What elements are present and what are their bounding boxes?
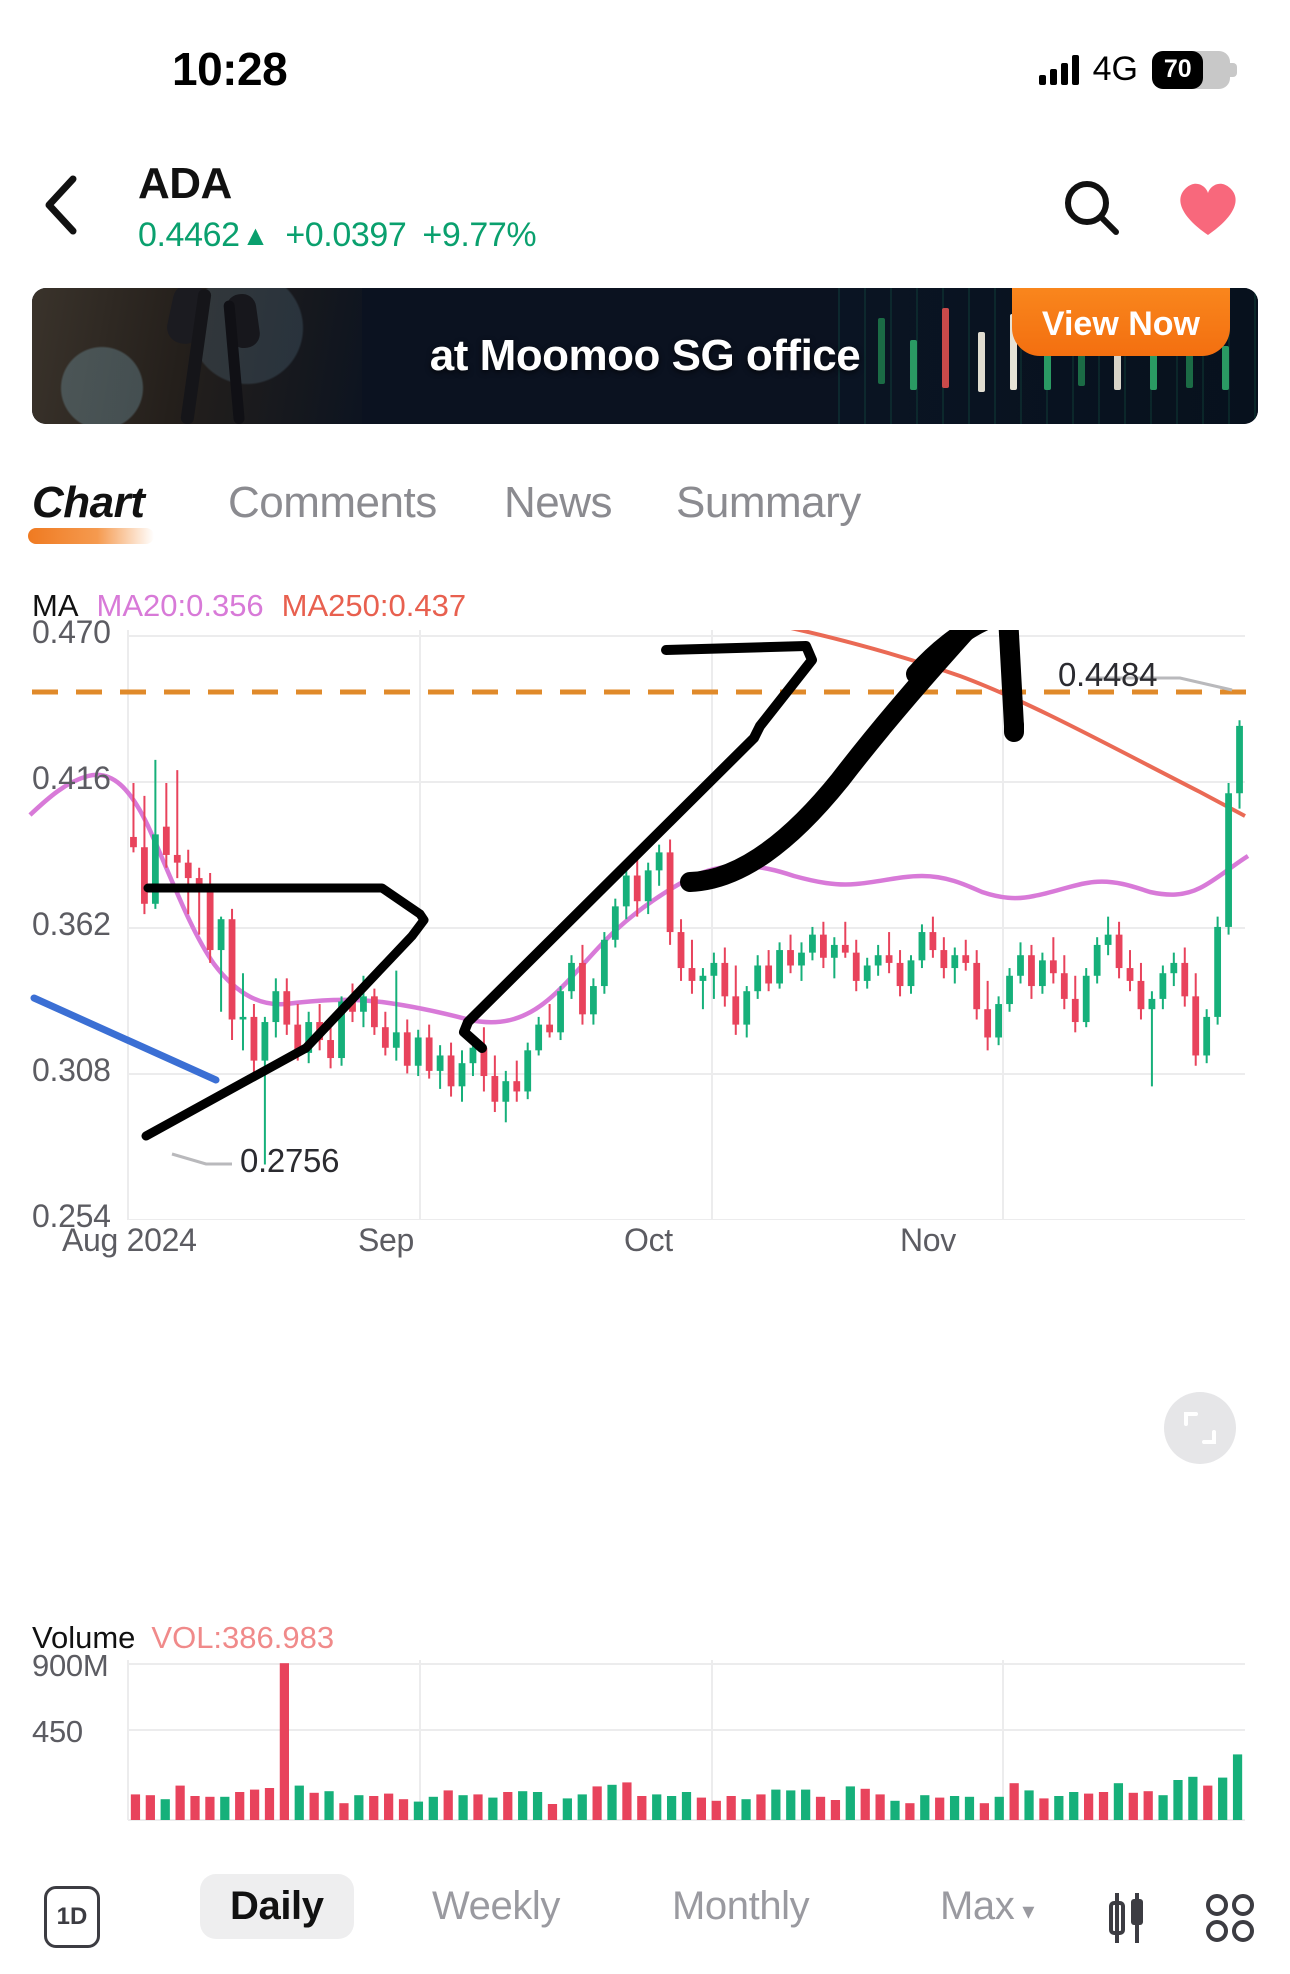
expand-icon[interactable] [1164,1392,1236,1464]
last-price: 0.4462 [138,216,240,255]
y-axis-label-1: 0.416 [32,760,111,796]
y-axis-label-3: 0.308 [32,1052,111,1088]
back-button[interactable] [28,172,94,238]
period-low-label: 0.2756 [240,1142,340,1179]
promo-banner[interactable]: at Moomoo SG office View Now [32,288,1258,424]
ma250-line [790,630,1246,818]
network-type-label: 4G [1092,50,1138,88]
volume-bars [130,1663,1243,1820]
volume-chart-svg [127,1660,1245,1821]
x-axis-label-3: Nov [900,1222,957,1258]
chart-gridlines [128,635,1245,1220]
volume-y-label-1: 450 [32,1714,83,1749]
search-icon[interactable] [1056,172,1128,244]
battery-icon: 70 [1152,50,1237,89]
price-change: +0.0397 [285,216,407,255]
candlestick-series [130,720,1243,1165]
timeframe-weekly[interactable]: Weekly [432,1884,560,1929]
page-title: ADA [138,159,232,208]
ma250-legend-value: MA250:0.437 [281,588,467,623]
heart-icon[interactable] [1172,172,1244,244]
price-chart-svg [28,630,1262,1220]
grid-indicators-icon[interactable] [1196,1884,1264,1952]
section-tabs: Chart Comments News Summary [0,478,1290,564]
candlestick-icon[interactable] [1092,1884,1160,1952]
quote-row: 0.4462 ▲ +0.0397 +9.77% [138,216,537,255]
timeframe-monthly[interactable]: Monthly [672,1884,810,1929]
tab-news[interactable]: News [504,478,613,528]
timeframe-max[interactable]: Max ▾ [940,1884,1034,1929]
y-axis-label-2: 0.362 [32,906,111,942]
price-chart[interactable]: 0.470 0.416 0.362 0.308 0.254 0.4484 0.2… [0,614,1290,1234]
price-change-percent: +9.77% [422,216,537,255]
tab-summary[interactable]: Summary [676,478,861,528]
tab-chart[interactable]: Chart [28,478,154,544]
nav-header: ADA 0.4462 ▲ +0.0397 +9.77% [0,150,1290,280]
status-bar: 10:28 4G 70 [0,0,1290,118]
volume-month-separators [127,1660,1004,1820]
banner-text: at Moomoo SG office [429,331,861,380]
y-axis-label-0: 0.470 [32,614,111,650]
volume-legend-value: VOL:386.983 [151,1620,335,1655]
symbol-block[interactable]: ADA 0.4462 ▲ +0.0397 +9.77% [138,159,537,255]
arrow-up-icon: ▲ [241,219,270,251]
banner-cta-button[interactable]: View Now [1011,288,1230,356]
volume-y-label-0: 900M [32,1648,109,1683]
status-bar-time: 10:28 [172,43,288,95]
x-axis-label-2: Oct [624,1222,673,1258]
battery-percent-label: 70 [1163,55,1192,83]
ma20-legend-value: MA20:0.356 [96,588,264,623]
timeframe-max-label: Max [940,1884,1015,1928]
status-bar-indicators: 4G 70 [1038,50,1237,89]
chevron-down-icon: ▾ [1022,1898,1035,1925]
x-axis-label-1: Sep [358,1222,415,1258]
timeframe-daily[interactable]: Daily [200,1874,354,1939]
signal-bars-icon [1038,54,1079,85]
tab-chart-label: Chart [32,478,145,527]
x-axis-label-0: Aug 2024 [62,1222,197,1258]
nav-actions [1056,172,1244,244]
timeframe-toolbar: 1D Daily Weekly Monthly Max ▾ [0,1858,1290,1974]
low-marker-leader [171,1152,232,1166]
app-screen: 10:28 4G 70 ADA 0.4462 ▲ +0.0397 +9.77% [0,0,1290,1974]
volume-chart[interactable]: 900M 450 [0,1648,1290,1850]
period-high-label: 0.4484 [1058,656,1158,693]
period-badge-1d[interactable]: 1D [44,1886,100,1948]
active-tab-underline [28,528,154,544]
tab-comments[interactable]: Comments [228,478,437,528]
